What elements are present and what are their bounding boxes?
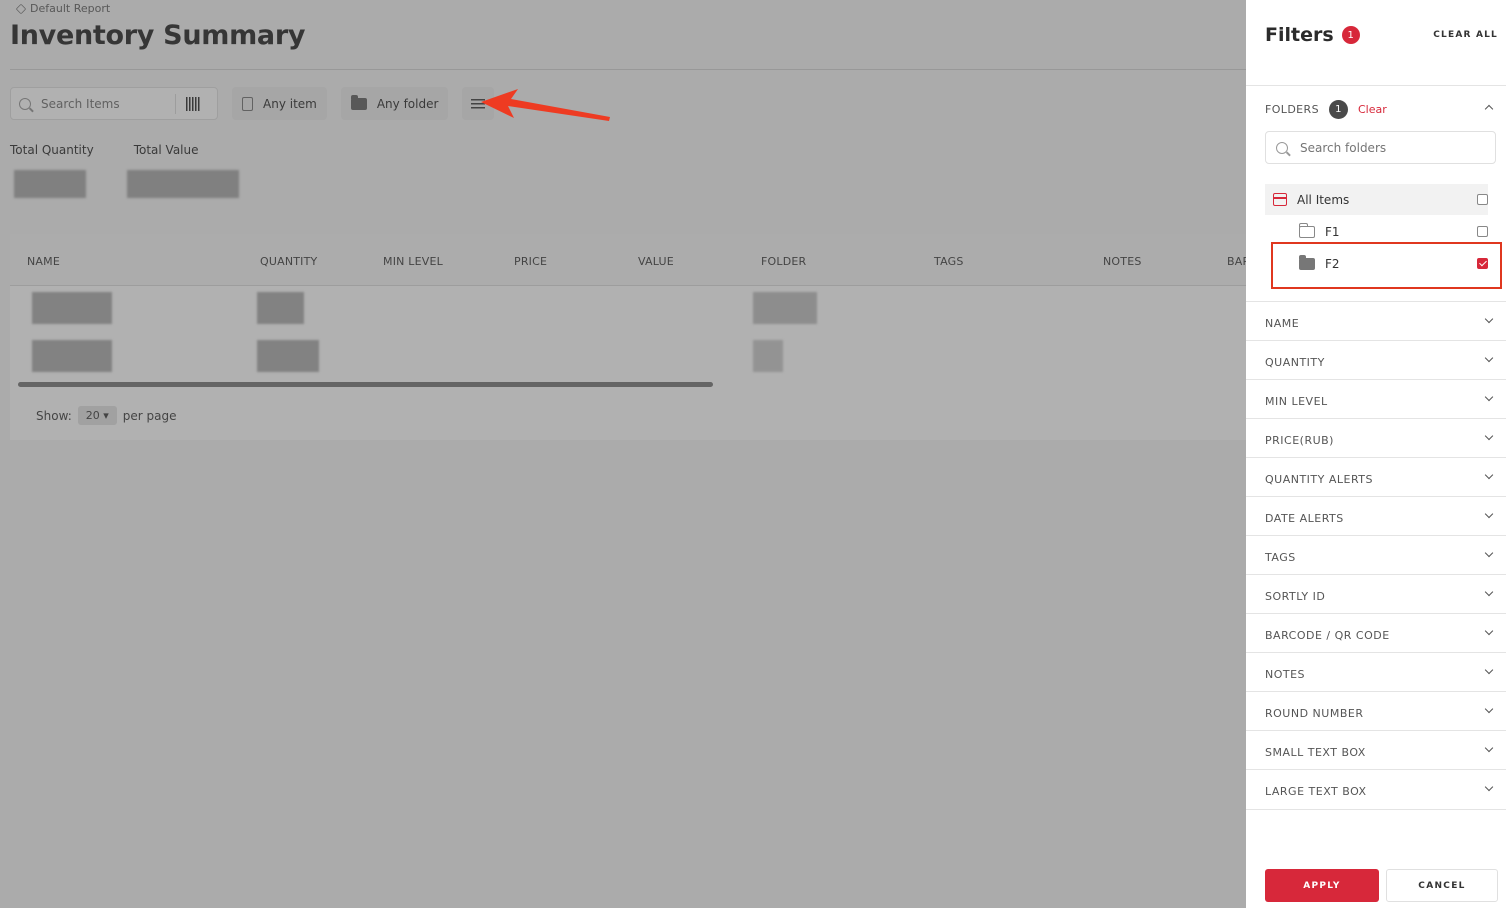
- apply-button[interactable]: APPLY: [1265, 869, 1379, 902]
- scroll-fade: [1246, 812, 1506, 852]
- folder-label: All Items: [1297, 192, 1350, 207]
- folder-checkbox-all-items[interactable]: [1477, 194, 1488, 205]
- chevron-down-icon: [1484, 704, 1494, 714]
- folder-label: F1: [1325, 224, 1340, 239]
- folders-search-box: [1265, 131, 1496, 164]
- chevron-down-icon: [1484, 665, 1494, 675]
- chevron-down-icon: [1484, 470, 1494, 480]
- filters-count-badge: 1: [1341, 26, 1360, 44]
- chevron-down-icon: [1484, 548, 1494, 558]
- chevron-down-icon: [1484, 587, 1494, 597]
- folders-count-badge: 1: [1328, 100, 1348, 119]
- filter-section-round-number[interactable]: ROUND NUMBER: [1246, 691, 1506, 730]
- section-label: NOTES: [1265, 668, 1306, 681]
- folder-item-all-items[interactable]: All Items: [1265, 184, 1488, 215]
- filter-section-notes[interactable]: NOTES: [1246, 652, 1506, 691]
- filter-section-quantity[interactable]: QUANTITY: [1246, 340, 1506, 379]
- section-label: TAGS: [1265, 551, 1296, 564]
- section-label: NAME: [1265, 317, 1300, 330]
- divider: [1246, 809, 1506, 810]
- folder-checkbox-f1[interactable]: [1477, 226, 1488, 237]
- section-label: QUANTITY: [1265, 356, 1325, 369]
- section-label: SMALL TEXT BOX: [1265, 746, 1366, 759]
- section-label: LARGE TEXT BOX: [1265, 785, 1367, 798]
- folder-outline-icon: [1299, 222, 1315, 238]
- search-icon: [1276, 141, 1288, 154]
- chevron-down-icon: [1484, 626, 1494, 636]
- filter-section-sortly-id[interactable]: SORTLY ID: [1246, 574, 1506, 613]
- chevron-down-icon: [1484, 509, 1494, 519]
- section-label: BARCODE / QR CODE: [1265, 629, 1390, 642]
- folders-section-header[interactable]: FOLDERS 1 Clear: [1265, 100, 1496, 119]
- filter-section-large-text-box[interactable]: LARGE TEXT BOX: [1246, 769, 1506, 808]
- section-label: DATE ALERTS: [1265, 512, 1344, 525]
- section-label: SORTLY ID: [1265, 590, 1326, 603]
- section-label: ROUND NUMBER: [1265, 707, 1364, 720]
- divider: [1246, 85, 1506, 86]
- chevron-down-icon: [1484, 314, 1494, 324]
- filter-section-tags[interactable]: TAGS: [1246, 535, 1506, 574]
- annotation-arrow-icon: [481, 89, 610, 121]
- filter-section-date-alerts[interactable]: DATE ALERTS: [1246, 496, 1506, 535]
- filter-section-small-text-box[interactable]: SMALL TEXT BOX: [1246, 730, 1506, 769]
- clear-all-button[interactable]: CLEAR ALL: [1433, 30, 1498, 40]
- chevron-down-icon: [1484, 782, 1494, 792]
- cancel-button[interactable]: CANCEL: [1386, 869, 1498, 902]
- section-label: QUANTITY ALERTS: [1265, 473, 1374, 486]
- filter-section-price[interactable]: PRICE(RUB): [1246, 418, 1506, 457]
- section-label: PRICE(RUB): [1265, 434, 1334, 447]
- filter-section-min-level[interactable]: MIN LEVEL: [1246, 379, 1506, 418]
- folders-label: FOLDERS: [1265, 103, 1319, 116]
- inventory-box-icon: [1273, 193, 1287, 206]
- modal-overlay[interactable]: [0, 0, 1246, 908]
- filter-section-barcode[interactable]: BARCODE / QR CODE: [1246, 613, 1506, 652]
- filters-title: Filters: [1265, 24, 1334, 46]
- chevron-down-icon: [1484, 743, 1494, 753]
- chevron-down-icon: [1484, 431, 1494, 441]
- folders-search-input[interactable]: [1300, 140, 1470, 155]
- filters-header: Filters 1: [1265, 24, 1360, 46]
- filters-panel: Filters 1 CLEAR ALL FOLDERS 1 Clear All …: [1246, 0, 1506, 908]
- chevron-down-icon: [1484, 353, 1494, 363]
- highlight-box: [1271, 242, 1502, 289]
- filter-section-quantity-alerts[interactable]: QUANTITY ALERTS: [1246, 457, 1506, 496]
- section-label: MIN LEVEL: [1265, 395, 1328, 408]
- filter-section-name[interactable]: NAME: [1246, 301, 1506, 340]
- folders-clear-link[interactable]: Clear: [1358, 103, 1387, 116]
- chevron-down-icon: [1484, 392, 1494, 402]
